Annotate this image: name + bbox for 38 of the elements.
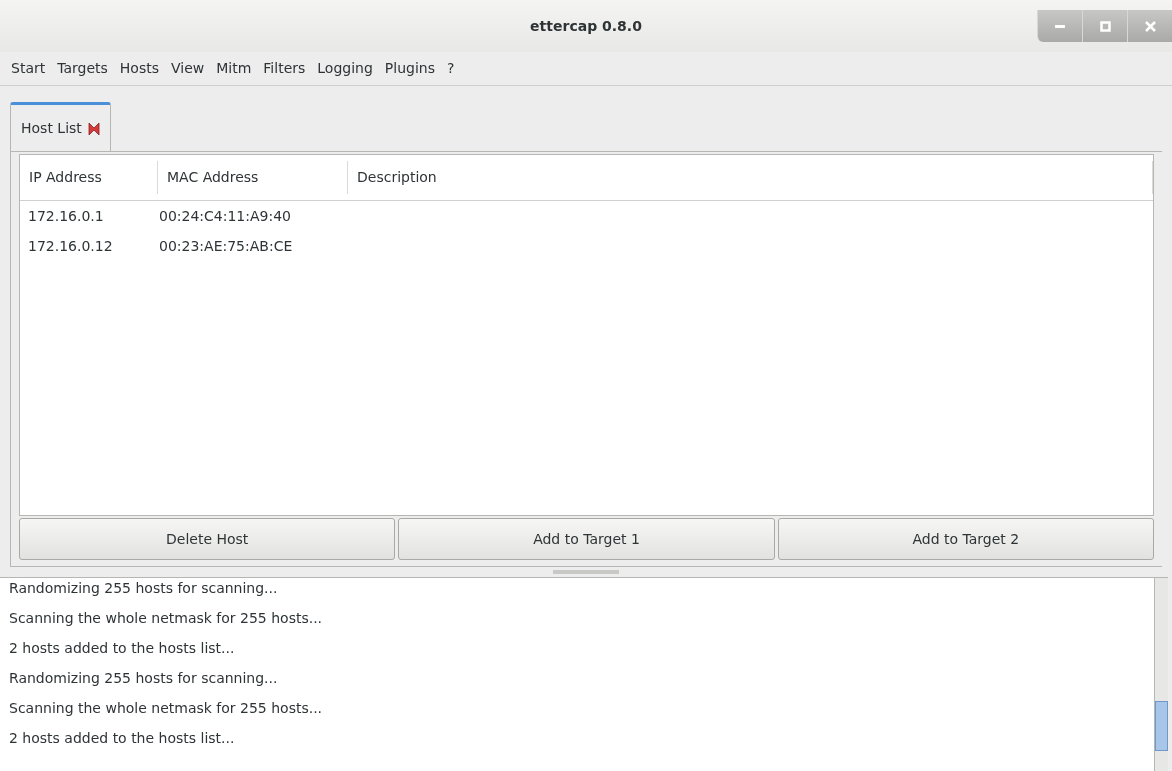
tab-label: Host List bbox=[21, 119, 82, 138]
log-line: Randomizing 255 hosts for scanning... bbox=[9, 579, 279, 598]
action-button[interactable]: Delete Host bbox=[19, 518, 396, 560]
menu-item[interactable]: Hosts bbox=[118, 58, 160, 79]
column-header[interactable]: MAC Address bbox=[158, 161, 348, 194]
log-line: Randomizing 255 hosts for scanning... bbox=[9, 669, 279, 688]
tab[interactable]: Host List bbox=[10, 102, 111, 152]
table-cell-text: 00:24:C4:11:A9:40 bbox=[158, 206, 291, 226]
column-header[interactable]: IP Address bbox=[20, 161, 158, 194]
log-line: 2 hosts added to the hosts list... bbox=[9, 639, 236, 658]
menu-item[interactable]: Targets bbox=[56, 58, 109, 79]
action-button[interactable]: Add to Target 2 bbox=[777, 518, 1154, 560]
log-line: 2 hosts added to the hosts list... bbox=[9, 729, 236, 748]
table-cell-text: 172.16.0.1 bbox=[27, 206, 105, 226]
table-cell-text: 172.16.0.12 bbox=[27, 236, 114, 256]
menu-item[interactable]: Filters bbox=[262, 58, 307, 79]
scrollbar[interactable] bbox=[1154, 578, 1168, 771]
window-title: ettercap 0.8.0 bbox=[530, 16, 642, 36]
log-line: Scanning the whole netmask for 255 hosts... bbox=[9, 699, 324, 718]
minimize-button[interactable] bbox=[1037, 10, 1082, 42]
close-icon bbox=[1144, 20, 1156, 32]
column-header[interactable]: Description bbox=[348, 161, 1153, 194]
action-button[interactable]: Add to Target 1 bbox=[398, 518, 775, 560]
menu-item[interactable]: Start bbox=[10, 58, 47, 79]
table-cell-text: 00:23:AE:75:AB:CE bbox=[158, 236, 293, 256]
log-line: Scanning the whole netmask for 255 hosts... bbox=[9, 609, 324, 628]
scrollbar-thumb[interactable] bbox=[1155, 701, 1168, 751]
menu-item[interactable]: Plugins bbox=[383, 58, 436, 79]
menu-item[interactable]: Mitm bbox=[215, 58, 253, 79]
menu-item[interactable]: ? bbox=[446, 58, 456, 79]
close-button[interactable] bbox=[1127, 10, 1172, 42]
minimize-icon bbox=[1055, 24, 1065, 28]
close-tab-icon[interactable] bbox=[87, 121, 100, 136]
menu-item[interactable]: View bbox=[170, 58, 206, 79]
menu-item[interactable]: Logging bbox=[316, 58, 374, 79]
pane-handle-icon[interactable] bbox=[553, 570, 619, 574]
maximize-icon bbox=[1099, 20, 1111, 32]
maximize-button[interactable] bbox=[1082, 10, 1127, 42]
